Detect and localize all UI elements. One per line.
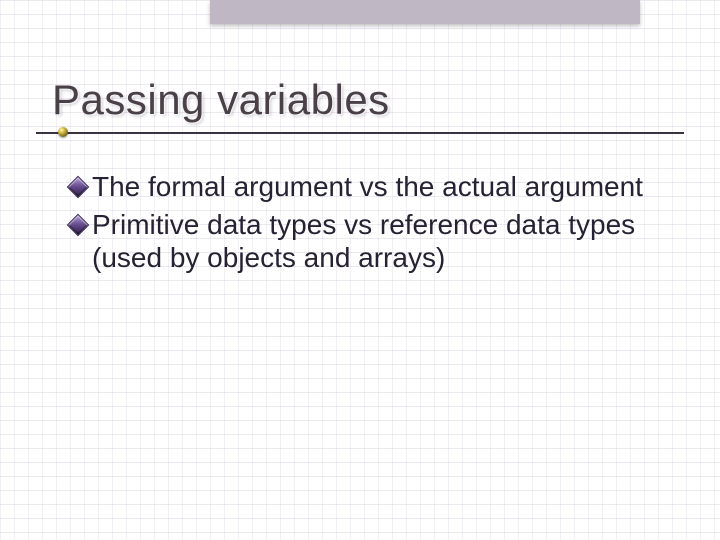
header-accent-band xyxy=(210,0,640,24)
list-item-text: Primitive data types vs reference data t… xyxy=(92,208,660,275)
title-jewel-icon xyxy=(58,127,68,137)
slide-title: Passing variables xyxy=(52,76,680,124)
diamond-bullet-icon xyxy=(67,176,90,199)
list-item: The formal argument vs the actual argume… xyxy=(92,170,660,204)
list-item-text: The formal argument vs the actual argume… xyxy=(92,170,660,204)
title-underline xyxy=(36,132,684,134)
list-item: Primitive data types vs reference data t… xyxy=(92,208,660,275)
slide: Passing variables The formal argument vs… xyxy=(0,0,720,540)
diamond-bullet-icon xyxy=(67,213,90,236)
slide-body: The formal argument vs the actual argume… xyxy=(92,170,660,279)
